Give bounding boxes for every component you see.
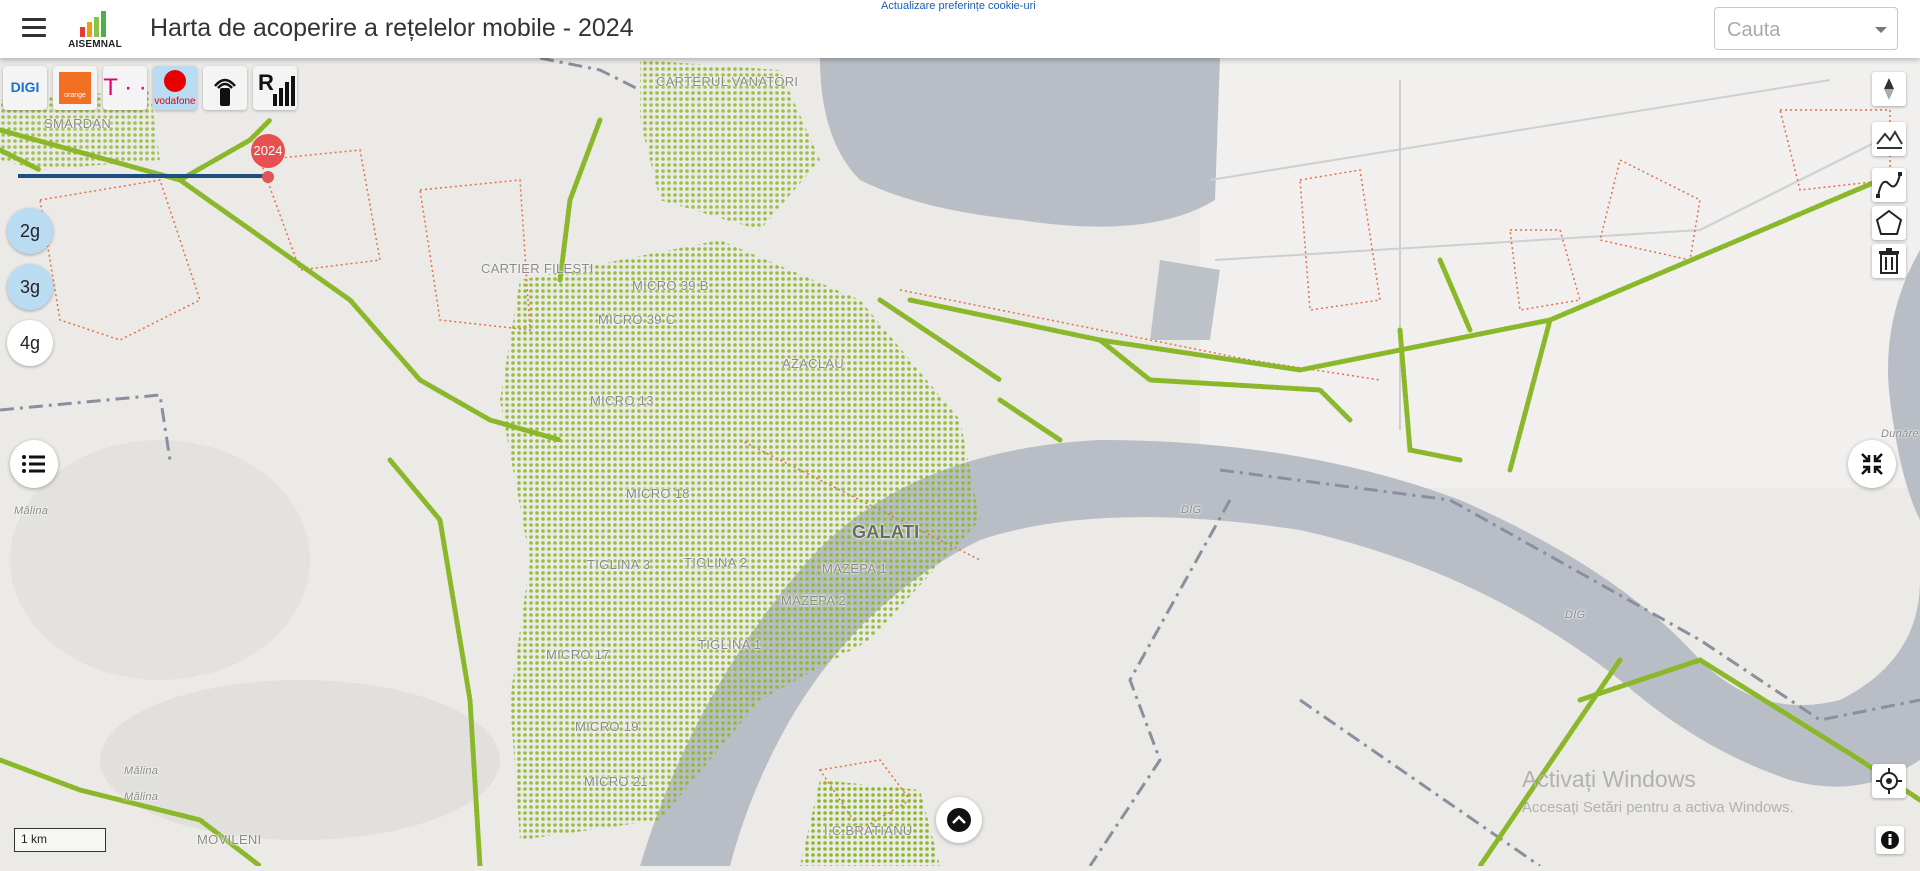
coverage-map[interactable]: CARTERUL VANATORI SMARDAN CARTIER FILEȘT…: [0, 56, 1920, 869]
vodafone-logo-icon: [164, 70, 186, 92]
polyline-icon: [1876, 172, 1902, 198]
map-label-dig-2: DIG: [1565, 609, 1586, 621]
toggle-3g[interactable]: 3g: [7, 264, 53, 310]
activation-watermark-title: Activați Windows: [1522, 766, 1696, 792]
year-slider-track[interactable]: [18, 174, 270, 178]
map-canvas[interactable]: [0, 56, 1920, 869]
map-label-malina-1: Mălina: [14, 505, 49, 517]
map-label-tiglina-1: TIGLINA 1: [698, 637, 762, 652]
operator-orange-button[interactable]: orange: [53, 66, 97, 110]
map-scale: 1 km: [14, 828, 106, 852]
map-label-malina-2: Mălina: [124, 765, 159, 777]
legend-list-button[interactable]: [10, 440, 58, 488]
activation-watermark-text: Accesați Setări pentru a activa Windows.: [1522, 799, 1794, 816]
aisemnal-logo[interactable]: AISEMNAL: [62, 8, 128, 50]
signal-tower-icon: [214, 78, 236, 106]
map-label-ic-bratianu: I.C.BRATIANU: [824, 823, 913, 838]
list-icon: [22, 455, 45, 473]
map-label-micro-21: MICRO 21: [584, 774, 648, 789]
map-label-cartier-filesti: CARTIER FILEȘTI: [481, 261, 594, 276]
terrain-button[interactable]: [1872, 122, 1906, 156]
signal-bars-icon: [80, 11, 106, 37]
map-label-micro-19: MICRO 19: [575, 719, 639, 734]
operator-digi-button[interactable]: DIGI: [3, 66, 47, 110]
menu-icon[interactable]: [22, 18, 46, 38]
chevron-down-icon[interactable]: [1875, 27, 1887, 33]
page-title: Harta de acoperire a rețelelor mobile - …: [150, 14, 634, 42]
map-label-micro-18: MICRO 18: [626, 486, 690, 501]
locate-icon: [1876, 768, 1902, 794]
terrain-icon: [1876, 130, 1903, 149]
scroll-up-button[interactable]: [936, 797, 982, 843]
operator-antenna-button[interactable]: [203, 66, 247, 110]
info-icon: [1881, 831, 1899, 849]
compass-button[interactable]: [1872, 72, 1906, 106]
map-label-micro-17: MICRO 17: [546, 647, 610, 662]
map-label-micro-39b: MICRO 39 B: [632, 278, 709, 293]
year-slider-handle[interactable]: [262, 171, 274, 183]
orange-logo-icon: [59, 72, 91, 104]
chevron-up-icon: [947, 808, 971, 832]
delete-button[interactable]: [1872, 244, 1906, 278]
compass-icon: [1884, 78, 1894, 100]
operator-roaming-button[interactable]: R: [253, 66, 297, 110]
map-label-aziclau: AZACLAU: [782, 356, 845, 371]
search-dropdown[interactable]: [1714, 7, 1898, 50]
toggle-2g[interactable]: 2g: [7, 208, 53, 254]
map-label-malina-3: Mălina: [124, 791, 159, 803]
map-label-carterul-vanatori: CARTERUL VANATORI: [656, 74, 799, 89]
map-label-dunare: Dunăre: [1881, 428, 1919, 440]
map-label-movileni: MOVILENI: [197, 832, 262, 847]
locate-button[interactable]: [1872, 764, 1906, 798]
map-label-tiglina-3: TIGLINA 3: [587, 557, 651, 572]
map-label-smardan: SMARDAN: [44, 116, 112, 131]
map-label-dig-1: DIG: [1181, 504, 1202, 516]
map-label-city: GALATI: [852, 522, 920, 542]
toggle-4g[interactable]: 4g: [7, 320, 53, 366]
trash-icon: [1879, 248, 1899, 274]
map-label-mazepa-2: MAZEPA 2: [781, 593, 847, 608]
operator-vodafone-button[interactable]: vodafone: [153, 66, 197, 110]
collapse-icon: [1861, 453, 1883, 475]
polygon-icon: [1875, 209, 1903, 235]
info-button[interactable]: [1876, 826, 1904, 854]
map-label-micro-39c: MICRO 39 C: [598, 312, 676, 327]
draw-line-button[interactable]: [1872, 168, 1906, 202]
cookie-preferences-link[interactable]: Actualizare preferințe cookie-uri: [881, 0, 1036, 12]
fullscreen-exit-button[interactable]: [1848, 440, 1896, 488]
search-input[interactable]: [1725, 18, 1869, 43]
operator-telekom-button[interactable]: T · ·: [103, 66, 147, 110]
map-label-micro-13: MICRO 13: [590, 393, 654, 408]
map-label-mazepa-1: MAZEPA 1: [822, 561, 888, 576]
logo-text: AISEMNAL: [68, 39, 122, 50]
draw-polygon-button[interactable]: [1872, 206, 1906, 240]
top-bar: AISEMNAL Harta de acoperire a rețelelor …: [0, 0, 1920, 58]
map-label-tiglina-2: TIGLINA 2: [684, 555, 748, 570]
year-label: 2024: [251, 134, 285, 168]
